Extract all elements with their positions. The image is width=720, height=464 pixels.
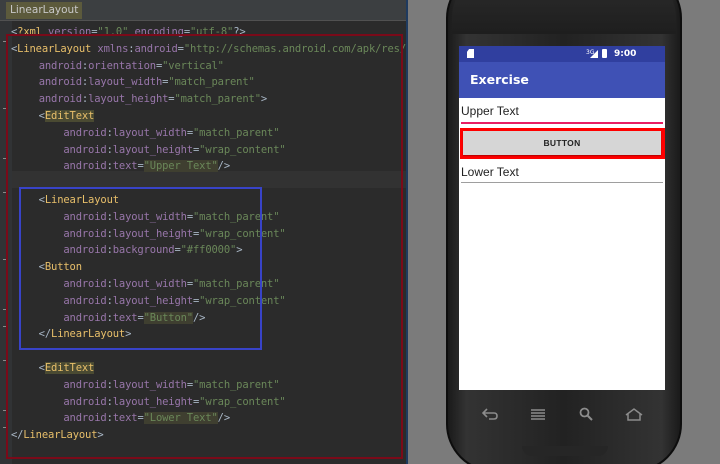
breadcrumb[interactable]: LinearLayout	[6, 2, 83, 19]
status-clock: 9:00	[614, 49, 637, 59]
battery-icon	[602, 49, 607, 58]
upper-edit-text[interactable]: Upper Text	[461, 104, 519, 118]
code-editor[interactable]: LinearLayout <?xml version="1.0" encodin…	[0, 0, 406, 464]
breadcrumb-bar: LinearLayout	[0, 0, 406, 21]
search-icon[interactable]	[575, 404, 597, 424]
device-screen[interactable]: 3G 9:00 Exercise Upper Text BUTTON Lower…	[459, 46, 665, 390]
inner-layout-highlight-box	[19, 187, 262, 350]
status-bar: 3G 9:00	[459, 46, 665, 62]
app-button[interactable]: BUTTON	[463, 131, 661, 155]
hardware-nav-bar	[459, 396, 665, 432]
back-icon[interactable]	[479, 404, 501, 424]
phone-chin	[522, 446, 608, 456]
lower-edit-text[interactable]: Lower Text	[461, 165, 519, 179]
signal-icon	[590, 50, 598, 58]
app-title: Exercise	[470, 72, 529, 87]
lower-edit-text-underline	[461, 182, 663, 183]
phone-top-bezel	[452, 0, 676, 34]
sd-card-icon	[467, 49, 474, 58]
recent-apps-icon[interactable]	[527, 404, 549, 424]
app-bar: Exercise	[459, 62, 665, 98]
home-icon[interactable]	[623, 404, 645, 424]
upper-edit-text-underline	[461, 122, 663, 124]
